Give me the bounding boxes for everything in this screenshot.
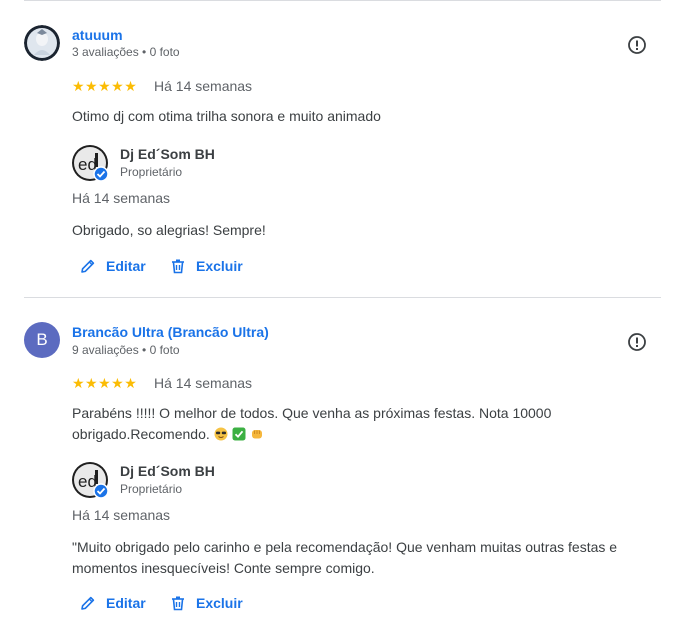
review-text-line: obrigado.Recomendo.	[72, 424, 652, 445]
star-rating: ★★★★★	[72, 375, 138, 391]
check-mark-emoji-icon	[232, 427, 246, 441]
review-time: Há 14 semanas	[154, 375, 253, 391]
review-text-line-end: obrigado.Recomendo.	[72, 426, 210, 442]
reviewer-name[interactable]: atuuum	[72, 27, 123, 43]
review-text-line: Parabéns !!!!! O melhor de todos. Que ve…	[72, 405, 552, 421]
owner-name: Dj Ed´Som BH	[120, 146, 215, 162]
review-time: Há 14 semanas	[154, 78, 253, 94]
owner-reply-text: Obrigado, so alegrias! Sempre!	[72, 222, 266, 238]
owner-logo: ed	[72, 462, 109, 499]
reviewer-meta: 3 avaliações • 0 foto	[72, 45, 180, 59]
pencil-icon	[81, 596, 95, 610]
reviewer-name[interactable]: Brancão Ultra (Brancão Ultra)	[72, 324, 269, 340]
top-divider	[24, 0, 661, 1]
sunglasses-emoji-icon	[214, 427, 228, 441]
delete-label: Excluir	[196, 258, 243, 274]
trash-icon	[172, 596, 184, 611]
star-rating: ★★★★★	[72, 78, 138, 94]
reviewer-avatar[interactable]	[24, 25, 60, 61]
review-text: Parabéns !!!!! O melhor de todos. Que ve…	[72, 403, 652, 445]
reviewer-photo	[24, 25, 60, 61]
reply-time: Há 14 semanas	[72, 507, 171, 523]
owner-reply-text: "Muito obrigado pelo carinho e pela reco…	[72, 537, 652, 579]
trash-icon	[172, 259, 184, 274]
owner-avatar: ed	[72, 145, 109, 182]
owner-role: Proprietário	[120, 482, 183, 496]
delete-reply-button[interactable]: Excluir	[170, 258, 243, 274]
report-review-button[interactable]	[626, 34, 648, 56]
reviewer-avatar[interactable]: B	[24, 322, 60, 358]
edit-label: Editar	[106, 595, 146, 611]
review-text: Otimo dj com otima trilha sonora e muito…	[72, 108, 381, 124]
owner-reply-line: momentos inesquecíveis! Conte sempre com…	[72, 560, 375, 576]
report-icon	[628, 333, 646, 351]
owner-role: Proprietário	[120, 165, 183, 179]
report-icon	[628, 36, 646, 54]
review-divider	[24, 297, 661, 298]
delete-label: Excluir	[196, 595, 243, 611]
edit-label: Editar	[106, 258, 146, 274]
owner-reply-line: "Muito obrigado pelo carinho e pela reco…	[72, 539, 618, 555]
owner-avatar: ed	[72, 462, 109, 499]
report-review-button[interactable]	[626, 331, 648, 353]
edit-reply-button[interactable]: Editar	[80, 258, 146, 274]
owner-logo: ed	[72, 145, 109, 182]
owner-name: Dj Ed´Som BH	[120, 463, 215, 479]
pencil-icon	[81, 259, 95, 273]
fist-emoji-icon	[251, 430, 262, 439]
delete-reply-button[interactable]: Excluir	[170, 595, 243, 611]
reply-time: Há 14 semanas	[72, 190, 171, 206]
reviewer-meta: 9 avaliações • 0 foto	[72, 343, 180, 357]
edit-reply-button[interactable]: Editar	[80, 595, 146, 611]
